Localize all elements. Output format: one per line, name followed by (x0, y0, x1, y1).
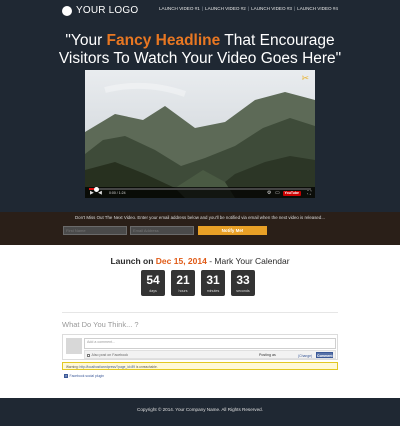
logo-text: YOUR LOGO (76, 5, 139, 16)
comments-title: What Do You Think... ? (62, 320, 139, 329)
volume-icon[interactable]: ◀ (98, 191, 102, 196)
section-divider (62, 312, 338, 313)
warning-message: Warning: http://localhost/wordpress/?pag… (62, 362, 338, 370)
nav-launch-video-4[interactable]: LAUNCH VIDEO #4 (297, 6, 338, 11)
facebook-social-plugin[interactable]: f Facebook social plugin (64, 374, 104, 378)
notify-message: Don't Miss Out The Next Video. Enter you… (75, 215, 325, 220)
countdown-label: hours (178, 289, 188, 293)
nav-launch-video-3[interactable]: LAUNCH VIDEO #3 (251, 6, 292, 11)
notify-strip: Don't Miss Out The Next Video. Enter you… (0, 212, 400, 245)
top-bar: YOUR LOGO LAUNCH VIDEO #1 | LAUNCH VIDEO… (0, 0, 400, 22)
countdown-label: minutes (206, 289, 220, 293)
countdown-hours: 21 hours (171, 270, 195, 296)
nav-separator: | (247, 6, 250, 11)
countdown-label: days (149, 289, 157, 293)
notify-me-button[interactable]: Notify Me! (198, 226, 267, 235)
nav-launch-video-2[interactable]: LAUNCH VIDEO #2 (205, 6, 246, 11)
settings-icon[interactable]: ⚙ (267, 191, 271, 196)
video-time: 0:00 / 1:24 (109, 191, 126, 195)
headline-rest: That Encourage (220, 32, 335, 49)
copyright-text: Copyright © 2014. Your Company Name. All… (137, 407, 263, 412)
first-name-field[interactable] (63, 226, 127, 235)
headline-line-2: Visitors To Watch Your Video Goes Here" (58, 50, 342, 67)
countdown-value: 33 (236, 273, 250, 287)
also-post-facebook-checkbox[interactable]: Also post on Facebook (87, 353, 128, 357)
nav-launch-video-1[interactable]: LAUNCH VIDEO #1 (159, 6, 200, 11)
also-post-label: Also post on Facebook (91, 353, 129, 357)
countdown-seconds: 33 seconds (231, 270, 255, 296)
main-nav: LAUNCH VIDEO #1 | LAUNCH VIDEO #2 | LAUN… (159, 6, 338, 11)
posting-as-label: Posting as (259, 353, 276, 357)
video-frame-landscape (85, 70, 315, 198)
comment-button[interactable]: Comment (316, 352, 333, 358)
comment-action-bar: Also post on Facebook Posting as (Change… (84, 350, 336, 359)
facebook-comment-box: Add a comment... Also post on Facebook P… (62, 334, 338, 360)
launch-heading: Launch on Dec 15, 2014 - Mark Your Calen… (0, 256, 400, 266)
facebook-icon: f (64, 374, 68, 378)
logo-circle-icon (62, 5, 72, 16)
countdown-timer: 54 days 21 hours 31 minutes 33 seconds (141, 270, 255, 296)
change-account-link[interactable]: (Change) (298, 354, 312, 358)
youtube-logo[interactable]: YouTube (282, 190, 301, 196)
countdown-value: 54 (146, 273, 160, 287)
warning-link[interactable]: http://localhost/wordpress/?page_id=89 (80, 365, 136, 369)
countdown-minutes: 31 minutes (201, 270, 225, 296)
countdown-value: 31 (206, 273, 220, 287)
video-player[interactable]: ✂ ▶ ◀ 0:00 / 1:24 ⚙ ▭ YouTube ⛶ (85, 70, 315, 198)
nav-separator: | (293, 6, 296, 11)
hero-section: YOUR LOGO LAUNCH VIDEO #1 | LAUNCH VIDEO… (0, 0, 400, 212)
nav-separator: | (201, 6, 204, 11)
warning-prefix: Warning: (66, 364, 80, 369)
video-controls: ▶ ◀ 0:00 / 1:24 ⚙ ▭ YouTube ⛶ (85, 186, 315, 198)
footer: Copyright © 2014. Your Company Name. All… (0, 398, 400, 426)
captions-icon[interactable]: ▭ (275, 191, 280, 196)
headline-open: "Your (65, 32, 107, 49)
countdown-value: 21 (176, 273, 190, 287)
play-icon[interactable]: ▶ (90, 191, 94, 196)
launch-suffix: - Mark Your Calendar (206, 256, 290, 266)
launch-prefix: Launch on (110, 256, 156, 266)
warning-suffix: is unreachable. (135, 364, 158, 369)
headline-accent: Fancy Headline (106, 32, 221, 49)
logo[interactable]: YOUR LOGO (62, 5, 138, 16)
countdown-days: 54 days (141, 270, 165, 296)
share-icon[interactable]: ✂ (301, 73, 309, 84)
fullscreen-icon[interactable]: ⛶ (307, 191, 311, 196)
countdown-label: seconds (236, 289, 250, 293)
page-headline: "Your Fancy Headline That Encourage Visi… (0, 32, 400, 68)
plugin-label: Facebook social plugin (69, 374, 105, 378)
avatar (66, 338, 82, 354)
launch-date: Dec 15, 2014 (155, 256, 207, 266)
comment-input[interactable]: Add a comment... (84, 338, 336, 349)
email-field[interactable] (130, 226, 194, 235)
checkbox-icon (87, 353, 90, 357)
